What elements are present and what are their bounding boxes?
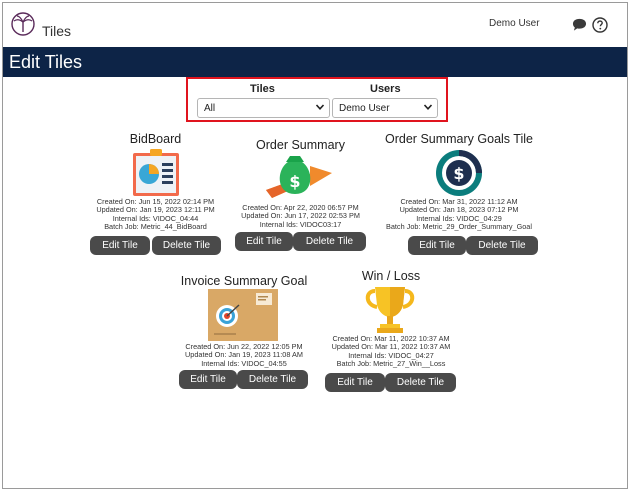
edit-tile-button[interactable]: Edit Tile — [325, 373, 385, 392]
tiles-filter-label: Tiles — [250, 83, 275, 95]
delete-tile-button[interactable]: Delete Tile — [466, 236, 538, 255]
trophy-icon — [365, 287, 415, 333]
tile-card-bidboard: BidBoard Created On: Jun 15, 2022 02:14 … — [88, 129, 223, 259]
tile-batch-job: Batch Job: Metric_27_Win__Loss — [336, 359, 446, 369]
tile-internal-ids: Internal Ids: VIDOC_04:55 — [201, 358, 287, 368]
svg-text:$: $ — [289, 172, 300, 191]
delete-tile-button[interactable]: Delete Tile — [385, 373, 456, 392]
tile-internal-ids: Internal Ids: VIDOC03:17 — [259, 219, 342, 229]
edit-tile-button[interactable]: Edit Tile — [179, 370, 237, 389]
tile-name: BidBoard — [129, 132, 182, 146]
target-envelope-icon — [208, 289, 278, 341]
palm-tree-logo-icon[interactable] — [11, 12, 35, 36]
svg-text:$: $ — [453, 164, 464, 183]
tile-card-order-summary: Order Summary $ Created On: Apr 22, 2020… — [232, 135, 369, 255]
help-circle-icon[interactable] — [592, 17, 608, 33]
app-title: Tiles — [42, 23, 72, 39]
money-bag-arrow-icon: $ — [266, 156, 332, 198]
tile-name: Order Summary Goals Tile — [385, 132, 533, 146]
chevron-down-icon — [423, 104, 433, 110]
edit-tile-button[interactable]: Edit Tile — [90, 236, 150, 255]
tile-batch-job: Batch Job: Metric_29_Order_Summary_Goal — [385, 222, 532, 232]
app-window: Tiles Demo User Edit Tiles Tiles All Use… — [2, 2, 628, 489]
users-filter-value: Demo User — [339, 103, 390, 114]
filter-panel: Tiles All Users Demo User — [186, 77, 448, 122]
tile-card-order-summary-goals: Order Summary Goals Tile $ Created On: M… — [375, 129, 543, 259]
tiles-filter-value: All — [204, 103, 216, 114]
users-filter-select[interactable]: Demo User — [332, 98, 438, 118]
edit-tile-button[interactable]: Edit Tile — [235, 232, 293, 251]
edit-tile-button[interactable]: Edit Tile — [408, 236, 466, 255]
tile-batch-job: Batch Job: Metric_44_BidBoard — [104, 222, 207, 232]
dollar-coin-gauge-icon: $ — [436, 150, 482, 196]
tiles-filter-select[interactable]: All — [197, 98, 330, 118]
tile-name: Win / Loss — [361, 269, 421, 283]
tile-name: Invoice Summary Goal — [180, 274, 308, 288]
delete-tile-button[interactable]: Delete Tile — [293, 232, 366, 251]
tile-card-win-loss: Win / Loss Created On: Mar 11, 2022 10:3… — [319, 266, 463, 396]
chevron-down-icon — [315, 104, 325, 110]
users-filter-label: Users — [370, 83, 401, 95]
tile-card-invoice-summary-goal: Invoice Summary Goal Created On: Jun 22,… — [175, 272, 313, 390]
delete-tile-button[interactable]: Delete Tile — [152, 236, 221, 255]
page-title-bar: Edit Tiles — [3, 47, 627, 77]
top-header: Tiles Demo User — [3, 3, 627, 47]
delete-tile-button[interactable]: Delete Tile — [237, 370, 308, 389]
page-title: Edit Tiles — [9, 52, 83, 72]
chat-icon[interactable] — [572, 18, 587, 32]
user-name[interactable]: Demo User — [489, 18, 540, 29]
tile-name: Order Summary — [256, 138, 345, 152]
bidboard-clipboard-chart-icon — [133, 149, 179, 196]
